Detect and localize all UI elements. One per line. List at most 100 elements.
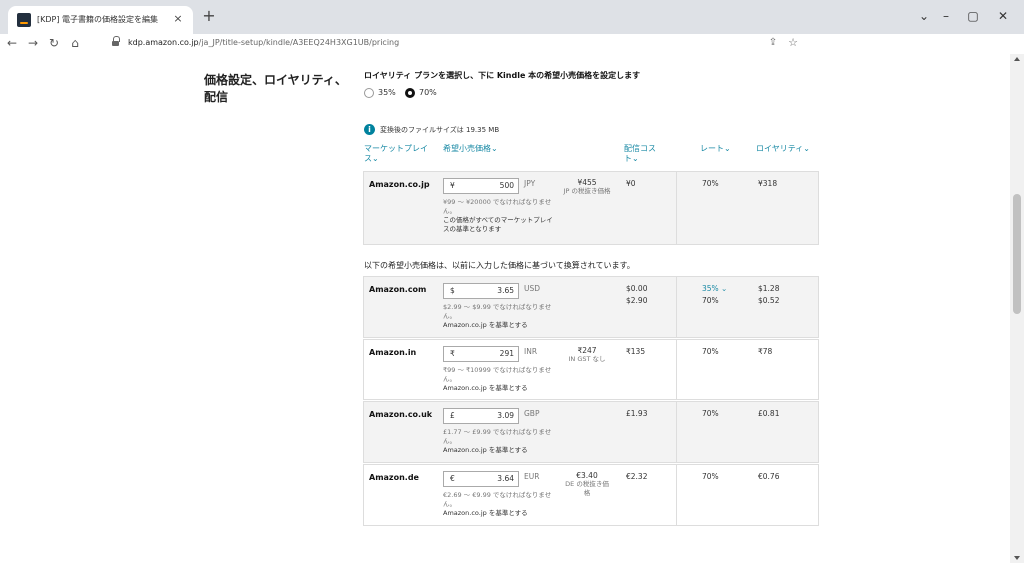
list-price-value: 3.09 <box>497 411 514 420</box>
royalty-rate: 70% <box>702 347 719 356</box>
tax-exclusive-price: ₹247 IN GST なし <box>568 346 606 363</box>
royalty-rate: 70% <box>702 409 719 418</box>
royalty-rate: 70% <box>702 179 719 188</box>
column-royalty[interactable]: ロイヤリティ⌄ <box>756 144 820 154</box>
kdp-favicon-icon <box>17 13 31 27</box>
tab-close-icon[interactable]: × <box>171 12 185 26</box>
royalty-amount-column: $1.28 $0.52 <box>758 283 806 307</box>
list-price-value: 291 <box>499 349 514 358</box>
royalty-rate[interactable]: 35% ⌄ <box>702 283 740 295</box>
marketplace-row: Amazon.co.uk £3.09 GBP £1.77 ～ £9.99 でなければな… <box>363 401 819 463</box>
browser-toolbar: ← → ↻ ⌂ kdp.amazon.co.jp/ja_JP/title-set… <box>0 34 1024 52</box>
browser-tab[interactable]: [KDP] 電子書籍の価格設定を編集 × <box>8 6 193 34</box>
delivery-cost-column: ₹135 <box>626 346 660 358</box>
browser-tab-strip: [KDP] 電子書籍の価格設定を編集 × + ⌄ – ▢ ✕ <box>0 0 1024 34</box>
share-icon[interactable]: ⇪ <box>765 35 781 51</box>
close-window-button[interactable]: ✕ <box>993 8 1013 24</box>
column-divider <box>676 277 677 337</box>
column-delivery-cost[interactable]: 配信コスト⌄ <box>624 144 660 164</box>
royalty-rate-column: 70% <box>702 408 740 420</box>
marketplace-row: Amazon.de €3.64 EUR €2.69 ～ €9.99 でなければなりませ… <box>363 464 819 526</box>
column-rate[interactable]: レート⌄ <box>700 144 744 154</box>
list-price-input[interactable]: £3.09 <box>443 408 519 424</box>
column-divider <box>676 340 677 399</box>
page-scrollbar[interactable] <box>1010 54 1024 563</box>
marketplace-row: Amazon.in ₹291 INR ₹99 ～ ₹10999 でなければなりません。… <box>363 339 819 400</box>
royalty-amount: €0.76 <box>758 472 780 481</box>
marketplace-name: Amazon.in <box>369 348 417 357</box>
royalty-rate-column: 35% ⌄ 70% <box>702 283 740 307</box>
scroll-thumb[interactable] <box>1013 194 1021 314</box>
scroll-up-arrow-icon[interactable] <box>1014 57 1020 61</box>
currency-code: EUR <box>524 472 540 481</box>
royalty-plan-heading: ロイヤリティ プランを選択し、下に Kindle 本の希望小売価格を設定します <box>364 71 641 80</box>
price-range-note: ¥99 ～ ¥20000 でなければなりません。 この価格がすべてのマーケットプ… <box>443 198 557 234</box>
currency-code: JPY <box>524 179 536 188</box>
royalty-rate-column: 70% <box>702 346 740 358</box>
list-price-value: 3.64 <box>497 474 514 483</box>
marketplace-name: Amazon.com <box>369 285 427 294</box>
basis-link[interactable]: Amazon.co.jp を基準とする <box>443 509 557 518</box>
column-marketplace[interactable]: マーケットプレイス⌄ <box>364 144 428 164</box>
file-size-note: 変換後のファイルサイズは 19.35 MB <box>380 126 500 134</box>
currency-symbol: $ <box>450 286 455 295</box>
basis-note: この価格がすべてのマーケットプレイスの基準となります <box>443 216 553 233</box>
minimize-button[interactable]: – <box>936 8 956 24</box>
delivery-cost-column: €2.32 <box>626 471 660 483</box>
column-divider <box>676 465 677 525</box>
currency-code: INR <box>524 347 538 356</box>
basis-link[interactable]: Amazon.co.jp を基準とする <box>443 384 557 393</box>
radio-unselected-icon[interactable] <box>364 88 374 98</box>
tab-search-icon[interactable]: ⌄ <box>914 8 934 24</box>
royalty-amount: $1.28 <box>758 284 780 293</box>
address-bar[interactable]: kdp.amazon.co.jp/ja_JP/title-setup/kindl… <box>108 35 808 51</box>
delivery-cost: $0.00 <box>626 284 648 293</box>
royalty-amount: ₹78 <box>758 347 773 356</box>
currency-symbol: ₹ <box>450 349 455 358</box>
currency-symbol: € <box>450 474 455 483</box>
delivery-cost-column: £1.93 <box>626 408 660 420</box>
bookmark-star-icon[interactable]: ☆ <box>785 35 801 51</box>
basis-link[interactable]: Amazon.co.jp を基準とする <box>443 446 557 455</box>
currency-symbol: ¥ <box>450 181 455 190</box>
forward-icon[interactable]: → <box>25 35 41 51</box>
royalty-rate-column: 70% <box>702 471 740 483</box>
page-content: 価格設定、ロイヤリティ、配信 ロイヤリティ プランを選択し、下に Kindle … <box>0 54 1010 563</box>
price-range-note: €2.69 ～ €9.99 でなければなりません。 Amazon.co.jp を基… <box>443 491 557 518</box>
new-tab-button[interactable]: + <box>201 8 217 24</box>
primary-marketplace-row: Amazon.co.jp ¥ 500 JPY ¥99 ～ ¥20000 でなけれ… <box>363 171 819 245</box>
royalty-rate: 70% <box>702 472 719 481</box>
lock-icon[interactable] <box>112 36 120 47</box>
scroll-down-arrow-icon[interactable] <box>1014 556 1020 560</box>
tab-title: [KDP] 電子書籍の価格設定を編集 <box>37 15 159 24</box>
tax-exclusive-price: €3.40 DE の税抜き価格 <box>565 471 609 497</box>
maximize-button[interactable]: ▢ <box>963 8 983 24</box>
section-title: 価格設定、ロイヤリティ、配信 <box>204 73 347 104</box>
column-divider <box>676 172 677 244</box>
basis-link[interactable]: Amazon.co.jp を基準とする <box>443 321 557 330</box>
list-price-input[interactable]: ¥ 500 <box>443 178 519 194</box>
list-price-input[interactable]: €3.64 <box>443 471 519 487</box>
currency-code: USD <box>524 284 541 293</box>
reload-icon[interactable]: ↻ <box>46 35 62 51</box>
url-text[interactable]: kdp.amazon.co.jp/ja_JP/title-setup/kindl… <box>128 36 399 50</box>
delivery-cost: €2.32 <box>626 472 648 481</box>
list-price-value: 3.65 <box>497 286 514 295</box>
price-range-note: ₹99 ～ ₹10999 でなければなりません。 Amazon.co.jp を基準… <box>443 366 557 393</box>
royalty-amount-column: €0.76 <box>758 471 806 483</box>
royalty-amount: £0.81 <box>758 409 780 418</box>
delivery-cost: $2.90 <box>626 296 648 305</box>
radio-selected-icon[interactable] <box>405 88 415 98</box>
price-range-note: £1.77 ～ £9.99 でなければなりません。 Amazon.co.jp を基… <box>443 428 557 455</box>
list-price-input[interactable]: $3.65 <box>443 283 519 299</box>
marketplace-name: Amazon.de <box>369 473 419 482</box>
back-icon[interactable]: ← <box>4 35 20 51</box>
column-list-price[interactable]: 希望小売価格⌄ <box>443 144 523 154</box>
marketplace-name: Amazon.co.jp <box>369 180 430 189</box>
home-icon[interactable]: ⌂ <box>67 35 83 51</box>
currency-code: GBP <box>524 409 540 418</box>
list-price-value: 500 <box>499 181 514 190</box>
column-divider <box>676 402 677 462</box>
tax-exclusive-price: ¥455 JP の税抜き価格 <box>563 178 611 195</box>
list-price-input[interactable]: ₹291 <box>443 346 519 362</box>
